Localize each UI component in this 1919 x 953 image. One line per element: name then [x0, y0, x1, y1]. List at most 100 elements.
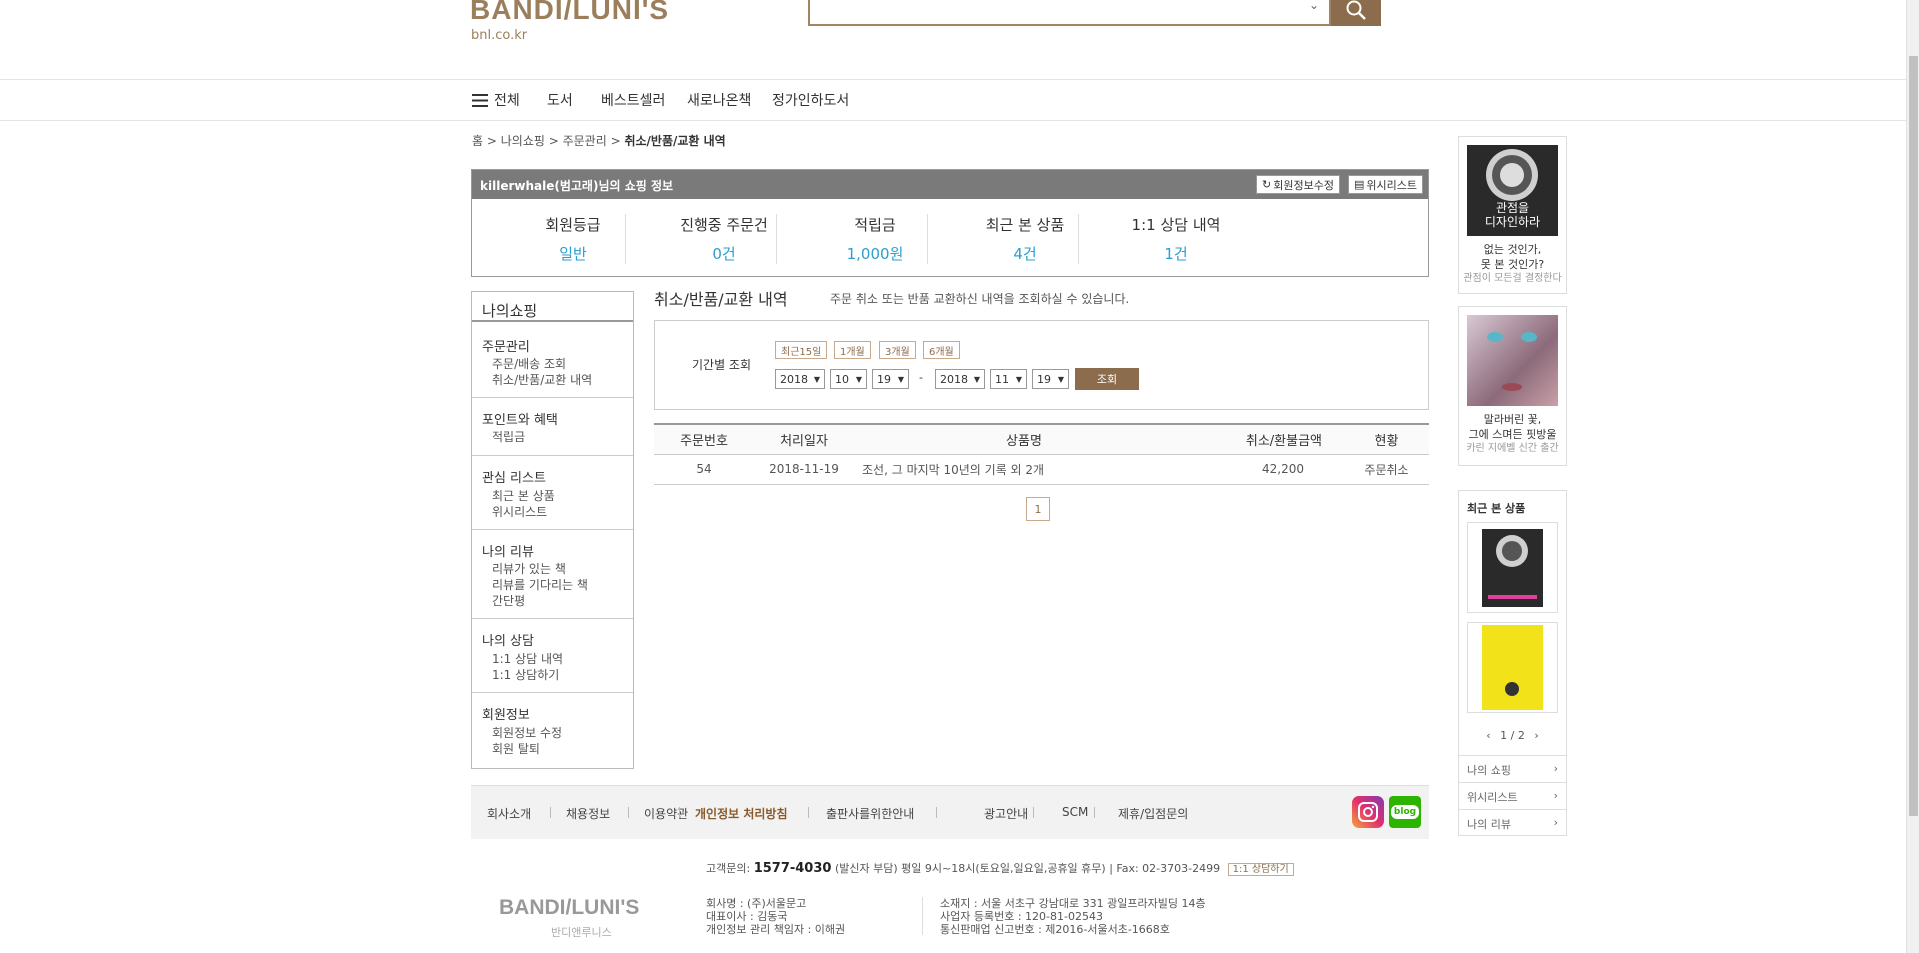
divider	[679, 807, 680, 818]
chevron-right-icon[interactable]: ›	[1534, 729, 1538, 742]
scrollbar-thumb[interactable]	[1909, 56, 1918, 816]
footer-link-scm[interactable]: SCM	[1062, 805, 1088, 819]
footer-link-publisher[interactable]: 출판사를위한안내	[826, 805, 914, 822]
search-button[interactable]	[1331, 0, 1381, 26]
hamburger-icon	[472, 93, 488, 107]
footer-logo-sub: 반디앤루니스	[551, 926, 612, 939]
sidebar-group-member: 회원정보	[482, 708, 530, 723]
cs-consult-button[interactable]: 1:1 상담하기	[1227, 863, 1294, 876]
cell-product[interactable]: 조선, 그 마지막 10년의 기록 외 2개	[854, 454, 1194, 485]
quick-link-review[interactable]: 나의 리뷰 ›	[1459, 809, 1566, 836]
nav-item-bestseller[interactable]: 베스트셀러	[601, 90, 665, 110]
blog-icon[interactable]: blog	[1389, 796, 1421, 828]
period-1month-button[interactable]: 1개월	[834, 341, 871, 359]
footer-link-careers[interactable]: 채용정보	[566, 805, 610, 822]
to-year-select[interactable]: 2018 ▼	[935, 369, 985, 389]
cell-order-no[interactable]: 54	[654, 454, 754, 485]
ad-banner-1[interactable]: 관점을 디자인하라 없는 것인가, 못 본 것인가? 관점이 모든걸 결정한다	[1458, 136, 1567, 294]
sidebar-item-member-leave[interactable]: 회원 탈퇴	[492, 740, 540, 757]
triangle-down-icon: ▼	[897, 374, 904, 384]
sidebar-item-points[interactable]: 적립금	[492, 428, 525, 445]
chevron-down-icon[interactable]: ⌄	[1309, 0, 1319, 12]
footer-link-terms[interactable]: 이용약관	[644, 805, 688, 822]
triangle-down-icon: ▼	[855, 374, 862, 384]
sidebar-item-pending-review[interactable]: 리뷰를 기다리는 책	[492, 576, 588, 593]
recent-product-image[interactable]	[1467, 622, 1558, 713]
ad-text: 없는 것인가, 못 본 것인가?	[1459, 242, 1566, 272]
chevron-left-icon[interactable]: ‹	[1486, 729, 1490, 742]
recent-page-indicator: 1 / 2	[1500, 729, 1525, 742]
divider	[472, 529, 633, 530]
period-filter: 기간별 조회 최근15일 1개월 3개월 6개월 2018 ▼ 10 ▼ 19 ▼ -…	[654, 320, 1429, 410]
from-month-select[interactable]: 10 ▼	[830, 369, 867, 389]
table-row[interactable]: 54 2018-11-19 조선, 그 마지막 10년의 기록 외 2개 42,…	[654, 454, 1429, 485]
sidebar-item-consult-history[interactable]: 1:1 상담 내역	[492, 650, 563, 667]
breadcrumb-order-management[interactable]: 주문관리	[563, 134, 607, 148]
to-day-select[interactable]: 19 ▼	[1032, 369, 1069, 389]
search-box[interactable]: ⌄	[808, 0, 1331, 26]
date-range-dash: -	[919, 371, 923, 384]
divider	[1094, 807, 1095, 818]
wishlist-button[interactable]: ▤ 위시리스트	[1348, 175, 1424, 194]
divider	[550, 807, 551, 818]
from-day-select[interactable]: 19 ▼	[872, 369, 909, 389]
period-15days-button[interactable]: 최근15일	[775, 341, 828, 359]
divider	[1033, 807, 1034, 818]
book-cover-image: 관점을 디자인하라	[1467, 145, 1558, 236]
nav-all-menu[interactable]: 전체	[472, 90, 520, 110]
search-input[interactable]	[810, 0, 1290, 22]
quick-link-myshopping[interactable]: 나의 쇼핑 ›	[1459, 755, 1566, 782]
breadcrumb-myshopping[interactable]: 나의쇼핑	[501, 134, 545, 148]
triangle-down-icon: ▼	[813, 374, 820, 384]
face-image	[1487, 332, 1537, 391]
pagination-page[interactable]: 1	[1026, 497, 1050, 521]
table-header-row: 주문번호 처리일자 상품명 취소/환불금액 현황	[654, 423, 1429, 455]
company-ceo: 대표이사 : 김동국	[706, 910, 788, 923]
customer-service-info: 고객문의: 1577-4030 (발신자 부담) 평일 9시~18시(토요일,일…	[706, 860, 1294, 876]
breadcrumb-home[interactable]: 홈	[472, 134, 483, 148]
sidebar-group-order: 주문관리	[482, 340, 530, 355]
period-search-button[interactable]: 조회	[1075, 368, 1139, 390]
from-year-select[interactable]: 2018 ▼	[775, 369, 825, 389]
company-info: 회사명 : (주)서울문고 대표이사 : 김동국 개인정보 관리 책임자 : 이…	[706, 897, 845, 936]
sidebar-item-member-edit[interactable]: 회원정보 수정	[492, 724, 562, 741]
col-status: 현황	[1344, 423, 1429, 455]
select-value: 10	[835, 372, 849, 386]
ad-banner-2[interactable]: 말라버린 꽃, 그에 스며든 핏방울 카린 지에벨 신간 출간	[1458, 306, 1567, 466]
stat-value[interactable]: 1건	[1101, 243, 1251, 264]
site-logo[interactable]: BANDI/LUNI'S	[470, 0, 669, 26]
scrollbar[interactable]	[1906, 0, 1919, 953]
sidebar-item-cancel-return[interactable]: 취소/반품/교환 내역	[492, 371, 592, 388]
sidebar-item-wishlist[interactable]: 위시리스트	[492, 503, 547, 520]
breadcrumb: 홈 > 나의쇼핑 > 주문관리 > 취소/반품/교환 내역	[472, 134, 726, 148]
nav-item-books[interactable]: 도서	[547, 90, 573, 110]
edit-member-button[interactable]: ↻ 회원정보수정	[1256, 175, 1340, 194]
footer-link-privacy[interactable]: 개인정보 처리방침	[695, 805, 788, 822]
sidebar-item-reviewed-books[interactable]: 리뷰가 있는 책	[492, 560, 566, 577]
select-value: 2018	[940, 372, 968, 386]
ad-subtext: 관점이 모든걸 결정한다	[1463, 273, 1562, 284]
period-3month-button[interactable]: 3개월	[879, 341, 916, 359]
quick-link-wishlist[interactable]: 위시리스트 ›	[1459, 782, 1566, 809]
footer-link-company[interactable]: 회사소개	[487, 805, 531, 822]
footer-link-ads[interactable]: 광고안내	[984, 805, 1028, 822]
sidebar-item-order-delivery[interactable]: 주문/배송 조회	[492, 355, 566, 372]
company-address-info: 소재지 : 서울 서초구 강남대로 331 광일프라자빌딩 14층 사업자 등록…	[940, 897, 1206, 936]
quick-link-label: 나의 리뷰	[1467, 818, 1511, 831]
cs-phone: 1577-4030	[753, 861, 832, 876]
search-icon	[1346, 0, 1366, 20]
instagram-icon[interactable]	[1352, 796, 1384, 828]
nav-item-new-books[interactable]: 새로나온책	[687, 90, 751, 110]
member-info-title: killerwhale(범고래)님의 쇼핑 정보	[480, 179, 674, 193]
sidebar-item-recent[interactable]: 최근 본 상품	[492, 487, 555, 504]
sidebar-item-short-review[interactable]: 간단평	[492, 592, 525, 609]
footer-link-partnership[interactable]: 제휴/입점문의	[1118, 805, 1188, 822]
sidebar-item-consult-new[interactable]: 1:1 상담하기	[492, 666, 559, 683]
ad-cover-title: 관점을 디자인하라	[1484, 201, 1541, 229]
period-6month-button[interactable]: 6개월	[923, 341, 960, 359]
member-info-header: killerwhale(범고래)님의 쇼핑 정보 ↻ 회원정보수정 ▤ 위시리스트	[472, 170, 1428, 199]
recent-product-image[interactable]	[1467, 522, 1558, 613]
triangle-down-icon: ▼	[973, 374, 980, 384]
nav-item-discount-books[interactable]: 정가인하도서	[772, 90, 849, 110]
to-month-select[interactable]: 11 ▼	[990, 369, 1027, 389]
